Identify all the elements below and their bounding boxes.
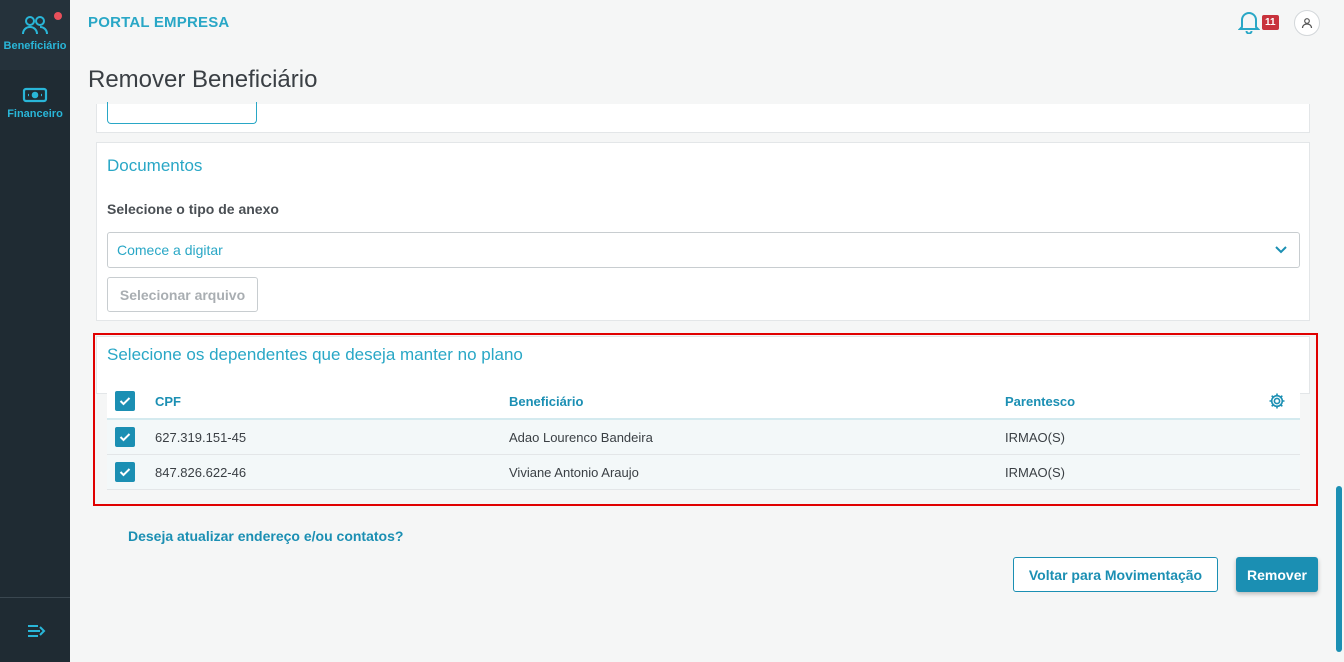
bell-icon[interactable] — [1237, 10, 1261, 39]
partial-button[interactable] — [107, 102, 257, 124]
column-header-beneficiario[interactable]: Beneficiário — [509, 394, 583, 409]
previous-section-card — [96, 102, 1310, 133]
menu-collapse-icon[interactable] — [26, 622, 46, 645]
sidebar-divider — [0, 597, 70, 598]
dependents-table: CPF Beneficiário Parentesco 627.319.151-… — [107, 384, 1300, 490]
cell-parentesco: IRMAO(S) — [1005, 465, 1065, 480]
column-header-cpf[interactable]: CPF — [155, 394, 181, 409]
cell-beneficiario: Adao Lourenco Bandeira — [509, 430, 653, 445]
cell-cpf: 847.826.622-46 — [155, 465, 247, 480]
gear-icon[interactable] — [1268, 392, 1286, 415]
page-title: Remover Beneficiário — [88, 66, 318, 93]
sidebar: Beneficiário Financeiro — [0, 0, 70, 662]
scrollbar-thumb[interactable] — [1336, 486, 1342, 652]
table-row[interactable]: 627.319.151-45 Adao Lourenco Bandeira IR… — [107, 420, 1300, 455]
sidebar-item-label: Financeiro — [7, 108, 63, 120]
select-all-checkbox[interactable] — [115, 391, 135, 411]
select-file-button[interactable]: Selecionar arquivo — [107, 277, 258, 312]
table-row[interactable]: 847.826.622-46 Viviane Antonio Araujo IR… — [107, 455, 1300, 490]
cell-cpf: 627.319.151-45 — [155, 430, 247, 445]
attachment-type-label: Selecione o tipo de anexo — [107, 201, 279, 217]
check-icon — [119, 397, 131, 406]
cell-parentesco: IRMAO(S) — [1005, 430, 1065, 445]
update-address-link[interactable]: Deseja atualizar endereço e/ou contatos? — [128, 528, 403, 544]
back-to-movement-button[interactable]: Voltar para Movimentação — [1013, 557, 1218, 592]
check-icon — [119, 468, 131, 477]
user-icon — [1301, 18, 1313, 29]
row-checkbox[interactable] — [115, 462, 135, 482]
money-icon — [22, 87, 48, 103]
documents-title: Documentos — [107, 156, 203, 175]
remove-button[interactable]: Remover — [1236, 557, 1318, 592]
sidebar-item-financeiro[interactable]: Financeiro — [0, 86, 70, 136]
sidebar-item-label: Beneficiário — [3, 40, 67, 52]
column-header-parentesco[interactable]: Parentesco — [1005, 394, 1075, 409]
user-menu-button[interactable] — [1294, 10, 1320, 36]
select-placeholder: Comece a digitar — [117, 242, 223, 258]
row-checkbox[interactable] — [115, 427, 135, 447]
sidebar-item-beneficiario[interactable]: Beneficiário — [0, 0, 70, 70]
notification-count-badge: 11 — [1262, 15, 1279, 30]
cell-beneficiario: Viviane Antonio Araujo — [509, 465, 639, 480]
table-header-row: CPF Beneficiário Parentesco — [107, 384, 1300, 420]
dependents-title: Selecione os dependentes que deseja mant… — [107, 345, 523, 364]
check-icon — [119, 433, 131, 442]
attachment-type-select[interactable]: Comece a digitar — [107, 232, 1300, 268]
chevron-down-icon — [1275, 246, 1287, 254]
top-bar: PORTAL EMPRESA 11 — [70, 0, 1344, 46]
notification-dot — [54, 12, 62, 20]
documents-card: Documentos Selecione o tipo de anexo Com… — [96, 142, 1310, 321]
users-icon — [22, 16, 48, 35]
brand-title[interactable]: PORTAL EMPRESA — [88, 14, 229, 31]
